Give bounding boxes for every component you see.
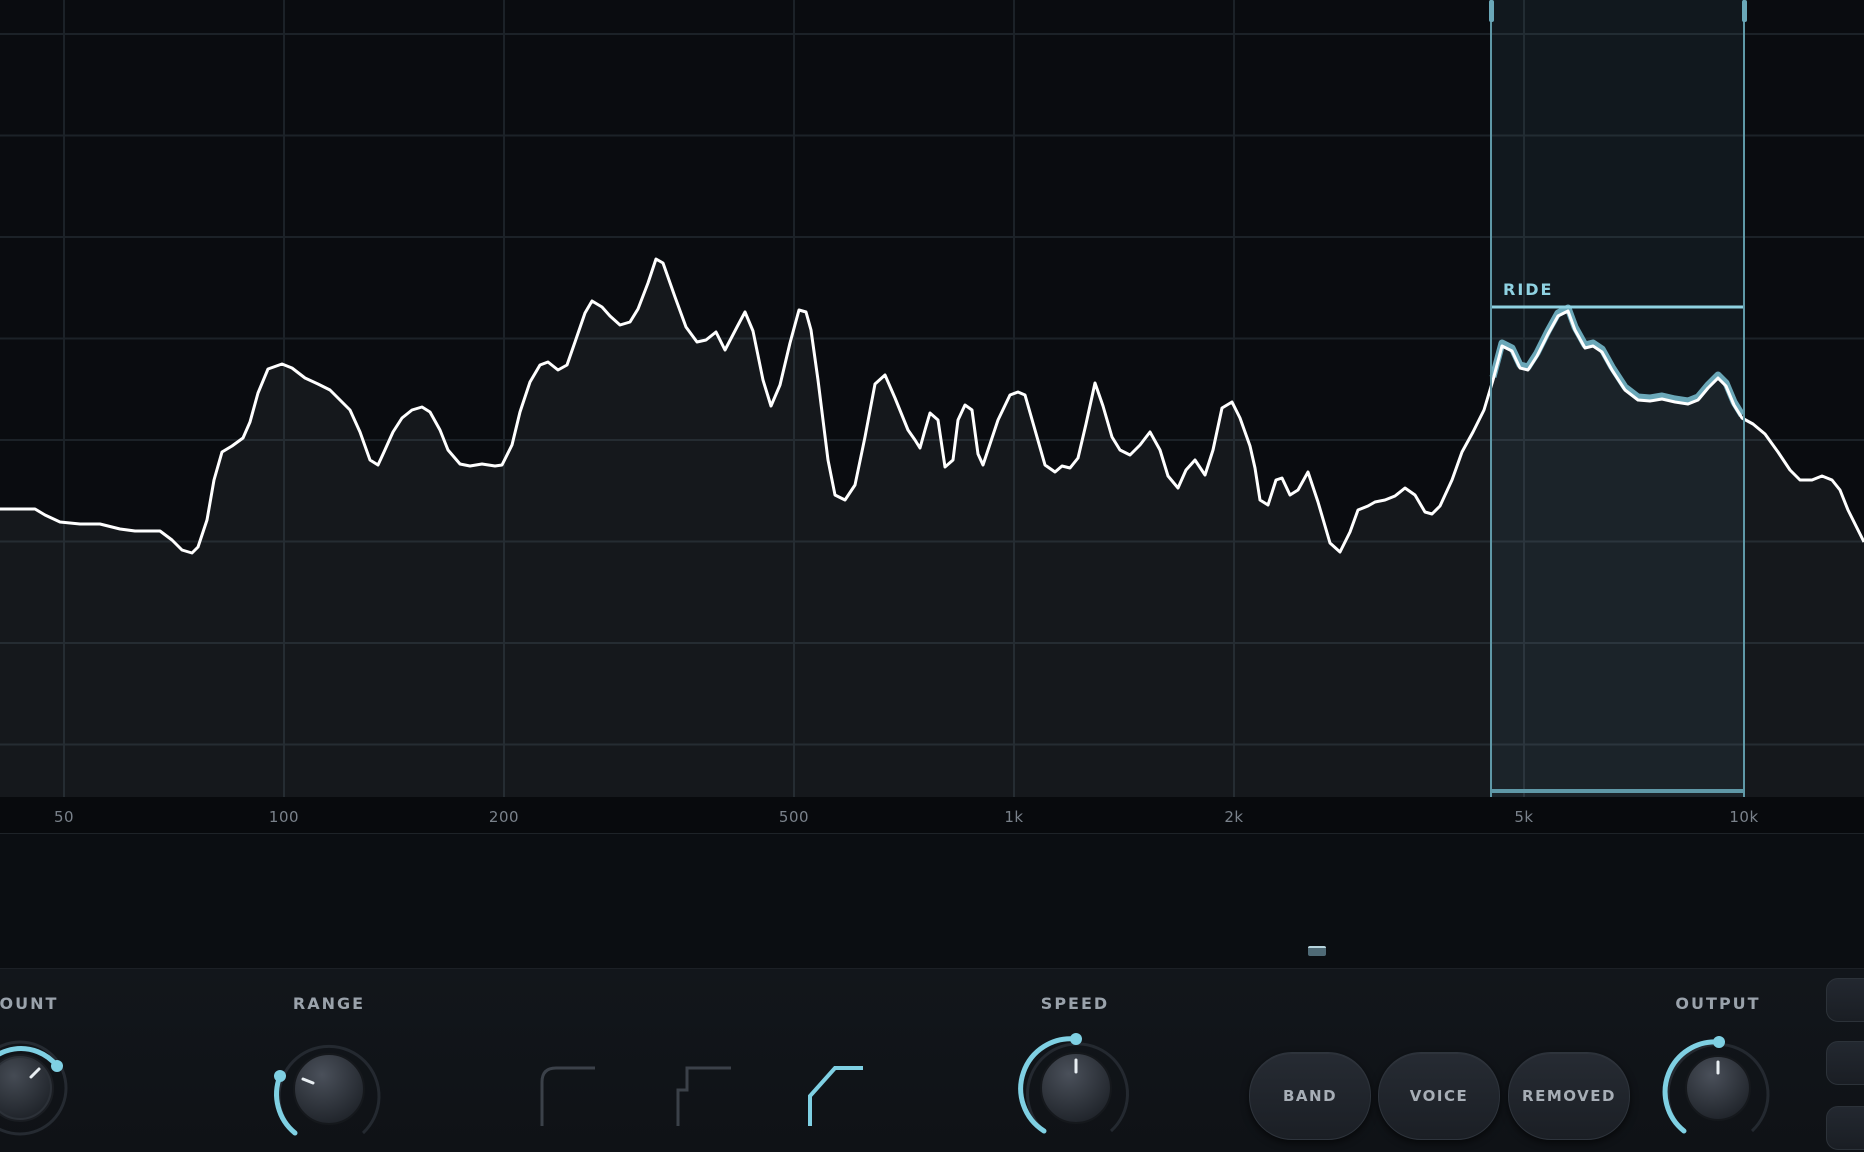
freq-label-2k: 2k [1224, 808, 1244, 826]
freq-label-50: 50 [53, 808, 75, 826]
output-knob[interactable] [1660, 1030, 1780, 1150]
freq-label-5k: 5k [1514, 808, 1534, 826]
speed-label: SPEED [1040, 994, 1110, 1013]
freq-label-1k: 1k [1004, 808, 1024, 826]
high-shelf-icon[interactable] [805, 1060, 867, 1128]
band-button[interactable]: BAND [1249, 1052, 1371, 1140]
removed-button[interactable]: REMOVED [1508, 1052, 1630, 1140]
activity-strip [0, 834, 1864, 969]
side-button-1[interactable] [1826, 978, 1864, 1022]
output-label: OUTPUT [1675, 994, 1761, 1013]
band-label: RIDE [1503, 280, 1554, 299]
freq-label-10k: 10k [1729, 808, 1759, 826]
activity-marker[interactable] [1308, 946, 1326, 956]
freq-label-100: 100 [268, 808, 300, 826]
freq-label-200: 200 [488, 808, 520, 826]
voice-button[interactable]: VOICE [1378, 1052, 1500, 1140]
side-button-2[interactable] [1826, 1041, 1864, 1085]
amount-label: MOUNT [0, 994, 59, 1013]
side-button-3[interactable] [1826, 1106, 1864, 1150]
range-label: RANGE [292, 994, 366, 1013]
spectrum-analyzer[interactable] [0, 0, 1864, 797]
freq-label-500: 500 [778, 808, 810, 826]
band-right-handle[interactable] [1742, 0, 1747, 22]
amount-knob[interactable] [0, 1030, 80, 1140]
speed-knob[interactable] [1014, 1030, 1134, 1150]
range-knob[interactable] [270, 1032, 390, 1152]
step-icon[interactable] [673, 1060, 735, 1128]
band-left-handle[interactable] [1489, 0, 1494, 22]
low-shelf-icon[interactable] [537, 1060, 599, 1128]
